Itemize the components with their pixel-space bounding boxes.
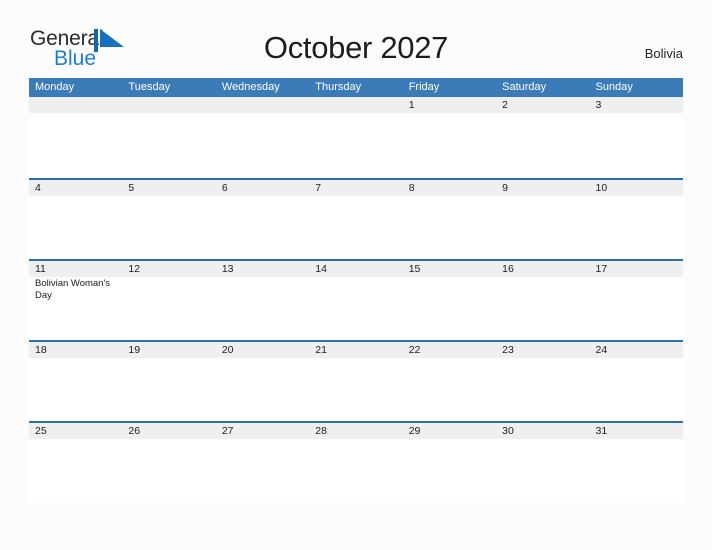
calendar-day-cell[interactable]: 27 bbox=[216, 423, 309, 504]
day-number: 22 bbox=[408, 344, 421, 356]
day-number: 7 bbox=[315, 182, 322, 194]
week-cells: 25 26 27 28 29 30 31 bbox=[29, 423, 683, 504]
day-number: 9 bbox=[502, 182, 508, 194]
day-number: 3 bbox=[595, 99, 602, 111]
day-number: 18 bbox=[35, 344, 47, 356]
weekday-header-saturday: Saturday bbox=[502, 81, 547, 93]
calendar-day-cell[interactable]: 8 bbox=[403, 180, 496, 261]
day-number: 12 bbox=[128, 263, 141, 275]
day-number: 6 bbox=[221, 182, 228, 194]
week-cells: 18 19 20 21 22 23 24 bbox=[29, 342, 683, 423]
calendar-week-row: 25 26 27 28 29 30 31 bbox=[29, 421, 683, 502]
day-number: 19 bbox=[128, 344, 141, 356]
country-label: Bolivia bbox=[644, 46, 683, 61]
weekday-header-friday: Friday bbox=[408, 81, 440, 93]
day-number: 1 bbox=[408, 99, 415, 111]
day-number: 21 bbox=[315, 344, 327, 356]
calendar-day-cell[interactable]: 1 bbox=[403, 97, 496, 178]
calendar-page: General Blue October 2027 Bolivia Monday… bbox=[0, 0, 712, 550]
calendar-day-cell[interactable]: 31 bbox=[590, 423, 683, 504]
calendar-grid: Monday Tuesday Wednesday Thursday Friday… bbox=[29, 78, 683, 502]
calendar-day-cell[interactable]: 25 bbox=[29, 423, 122, 504]
calendar-day-cell[interactable]: 2 bbox=[496, 97, 589, 178]
weekday-header-thursday: Thursday bbox=[315, 81, 362, 93]
day-number: 24 bbox=[595, 344, 608, 356]
calendar-day-cell[interactable]: 16 bbox=[496, 261, 589, 342]
calendar-day-cell[interactable]: 28 bbox=[309, 423, 402, 504]
calendar-day-cell[interactable]: 9 bbox=[496, 180, 589, 261]
calendar-day-cell[interactable]: 23 bbox=[496, 342, 589, 423]
day-number: 26 bbox=[128, 425, 141, 437]
calendar-day-cell[interactable]: 19 bbox=[122, 342, 215, 423]
calendar-day-cell-empty bbox=[309, 97, 402, 178]
calendar-day-cell[interactable]: 14 bbox=[309, 261, 402, 342]
calendar-day-cell[interactable]: 7 bbox=[309, 180, 402, 261]
calendar-day-cell[interactable]: 24 bbox=[590, 342, 683, 423]
page-title: October 2027 bbox=[263, 30, 449, 65]
week-cells: 11 Bolivian Woman's Day 12 13 14 15 16 17 bbox=[29, 261, 683, 342]
calendar-day-cell[interactable]: 4 bbox=[29, 180, 122, 261]
calendar-week-row: 4 5 6 7 8 9 10 bbox=[29, 178, 683, 259]
day-number: 2 bbox=[502, 99, 508, 111]
day-number: 8 bbox=[408, 182, 415, 194]
calendar-day-cell-empty bbox=[216, 97, 309, 178]
week-cells: 1 2 3 bbox=[29, 97, 683, 178]
calendar-day-cell[interactable]: 5 bbox=[122, 180, 215, 261]
holiday-event-label: Bolivian Woman's Day bbox=[35, 278, 111, 301]
calendar-day-cell[interactable]: 26 bbox=[122, 423, 215, 504]
day-number: 14 bbox=[315, 263, 327, 275]
calendar-day-cell[interactable]: 30 bbox=[496, 423, 589, 504]
calendar-day-cell[interactable]: 17 bbox=[590, 261, 683, 342]
calendar-day-cell[interactable]: 20 bbox=[216, 342, 309, 423]
day-number: 31 bbox=[595, 425, 608, 437]
day-number: 27 bbox=[221, 425, 234, 437]
calendar-day-cell[interactable]: 22 bbox=[403, 342, 496, 423]
day-number: 30 bbox=[502, 425, 514, 437]
day-number: 17 bbox=[595, 263, 608, 275]
page-header: General Blue October 2027 Bolivia bbox=[0, 0, 712, 76]
weekday-header-sunday: Sunday bbox=[595, 81, 633, 93]
calendar-day-cell[interactable]: 12 bbox=[122, 261, 215, 342]
day-number: 13 bbox=[221, 263, 234, 275]
day-number: 5 bbox=[128, 182, 135, 194]
day-number: 28 bbox=[315, 425, 327, 437]
calendar-day-cell[interactable]: 3 bbox=[590, 97, 683, 178]
calendar-week-row: 18 19 20 21 22 23 24 bbox=[29, 340, 683, 421]
week-cells: 4 5 6 7 8 9 10 bbox=[29, 180, 683, 261]
calendar-day-cell[interactable]: 6 bbox=[216, 180, 309, 261]
day-number: 20 bbox=[221, 344, 234, 356]
calendar-week-row: 11 Bolivian Woman's Day 12 13 14 15 16 17 bbox=[29, 259, 683, 340]
calendar-day-cell[interactable]: 21 bbox=[309, 342, 402, 423]
calendar-day-cell[interactable]: 13 bbox=[216, 261, 309, 342]
day-number: 29 bbox=[408, 425, 421, 437]
calendar-day-cell[interactable]: 11 Bolivian Woman's Day bbox=[29, 261, 122, 342]
calendar-day-cell[interactable]: 15 bbox=[403, 261, 496, 342]
day-number: 25 bbox=[35, 425, 47, 437]
calendar-week-row: 1 2 3 bbox=[29, 97, 683, 178]
calendar-day-cell[interactable]: 29 bbox=[403, 423, 496, 504]
weekday-header-monday: Monday bbox=[35, 81, 75, 93]
weekday-header-wednesday: Wednesday bbox=[221, 81, 280, 93]
day-number: 23 bbox=[502, 344, 514, 356]
day-number: 11 bbox=[35, 263, 46, 275]
calendar-day-cell-empty bbox=[122, 97, 215, 178]
calendar-day-cell[interactable]: 18 bbox=[29, 342, 122, 423]
day-number: 4 bbox=[35, 182, 41, 194]
weekday-header-row: Monday Tuesday Wednesday Thursday Friday… bbox=[29, 78, 683, 97]
calendar-day-cell[interactable]: 10 bbox=[590, 180, 683, 261]
calendar-weeks: 1 2 3 4 5 6 7 8 9 10 11 Bolivian Woman's Day 12 13 14 1… bbox=[29, 97, 683, 502]
day-number: 15 bbox=[408, 263, 421, 275]
day-number: 10 bbox=[595, 182, 608, 194]
day-number: 16 bbox=[502, 263, 514, 275]
calendar-day-cell-empty bbox=[29, 97, 122, 178]
weekday-header-tuesday: Tuesday bbox=[128, 81, 171, 93]
